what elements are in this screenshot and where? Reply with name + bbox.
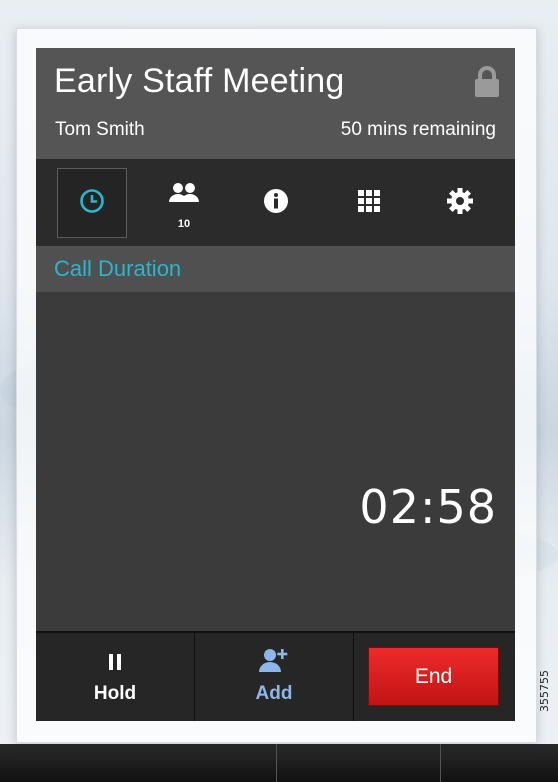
gear-icon [446,187,474,219]
clock-icon [79,188,105,218]
meeting-header: Early Staff Meeting Tom Smith 50 mins re… [36,48,515,159]
call-controls: Hold Add End [36,631,515,721]
end-button-area: End [354,633,515,721]
tab-keypad[interactable] [334,168,404,238]
tab-settings[interactable] [425,168,495,238]
tab-call-duration[interactable] [57,168,127,238]
tab-bar: 10 [36,159,515,246]
bottom-bar [0,744,558,782]
participants-icon [168,182,200,210]
participants-count: 10 [177,218,191,230]
add-button[interactable]: Add [195,633,354,721]
bottom-bar-divider [440,744,441,782]
hold-label: Hold [93,683,137,704]
participant-name: Tom Smith [55,119,145,140]
info-icon [263,188,289,218]
hold-button[interactable]: Hold [36,633,195,721]
lock-icon [472,66,502,98]
end-call-button[interactable]: End [368,647,499,706]
add-label: Add [255,683,293,704]
section-label: Call Duration [54,256,182,281]
meeting-title: Early Staff Meeting [54,62,345,100]
time-remaining: 50 mins remaining [340,119,496,140]
call-duration-panel: 02:58 [36,292,515,631]
bottom-bar-divider [276,744,277,782]
tab-participants[interactable]: 10 [149,168,219,238]
keypad-icon [357,189,381,217]
call-duration-timer: 02:58 [359,480,497,534]
meeting-window: Early Staff Meeting Tom Smith 50 mins re… [36,48,515,721]
section-header: Call Duration [36,246,515,292]
figure-number: 355755 [538,670,551,712]
tab-info[interactable] [241,168,311,238]
add-person-icon [195,647,353,673]
pause-icon [36,653,194,671]
